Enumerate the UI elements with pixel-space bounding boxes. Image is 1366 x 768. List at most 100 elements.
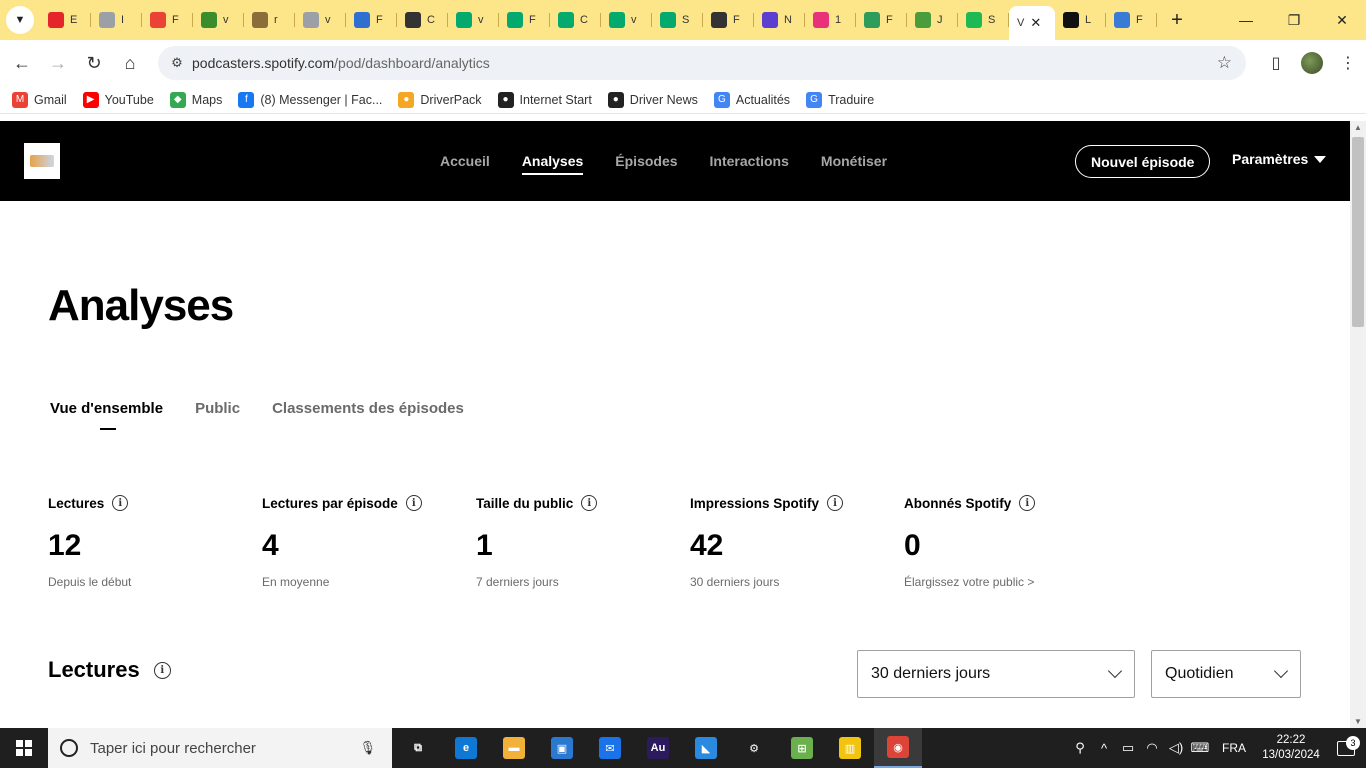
side-panel-button[interactable]: ▯ — [1258, 53, 1294, 73]
bookmark-item[interactable]: ● Driver News — [607, 91, 698, 108]
wifi-icon[interactable]: ◠ — [1140, 740, 1164, 756]
subtab[interactable]: Vue d'ensemble — [50, 400, 163, 430]
bookmark-item[interactable]: f (8) Messenger | Fac... — [238, 91, 382, 108]
browser-tab[interactable]: v — [193, 4, 244, 36]
info-icon[interactable]: i — [153, 661, 171, 679]
browser-tab[interactable]: C — [550, 4, 601, 36]
language-indicator[interactable]: FRA — [1222, 741, 1246, 755]
tab-search-button[interactable]: ▼ — [6, 6, 34, 34]
keyboard-icon[interactable]: ⌨ — [1188, 740, 1212, 756]
taskbar-app-button[interactable]: ▣ — [538, 728, 586, 768]
taskbar-app-button[interactable]: Au — [634, 728, 682, 768]
browser-tab[interactable]: F — [703, 4, 754, 36]
scrollbar-thumb[interactable] — [1352, 137, 1364, 327]
info-icon[interactable]: i — [1019, 495, 1036, 511]
date-range-select[interactable]: 30 derniers jours — [857, 650, 1135, 698]
browser-tab[interactable]: v — [601, 4, 652, 36]
info-icon[interactable]: i — [581, 495, 598, 511]
browser-tab[interactable]: E — [40, 4, 91, 36]
taskbar-app-button[interactable]: ▥ — [826, 728, 874, 768]
browser-tab[interactable]: F — [499, 4, 550, 36]
restore-button[interactable]: ❐ — [1270, 0, 1318, 40]
reload-button[interactable]: ↻ — [76, 45, 112, 81]
page-scrollbar[interactable]: ▲ ▼ — [1350, 121, 1366, 728]
subtab[interactable]: Classements des épisodes — [272, 400, 464, 417]
settings-label: Paramètres — [1232, 151, 1309, 167]
notification-center-button[interactable]: 3 — [1326, 735, 1366, 756]
browser-tab[interactable]: L — [1055, 4, 1106, 36]
bookmark-item[interactable]: ◆ Maps — [169, 91, 222, 108]
bookmark-item[interactable]: ● DriverPack — [398, 91, 482, 108]
taskbar-app-button[interactable]: ▬ — [490, 728, 538, 768]
browser-tab-active[interactable]: V ✕ — [1009, 6, 1055, 40]
nav-item[interactable]: Analyses — [521, 147, 584, 175]
forward-button[interactable]: → — [40, 45, 76, 81]
bookmark-item[interactable]: G Actualités — [713, 91, 790, 108]
subtab[interactable]: Public — [195, 400, 240, 417]
battery-icon[interactable]: ▭ — [1116, 740, 1140, 756]
nav-item[interactable]: Monétiser — [821, 147, 887, 175]
browser-tab[interactable]: 1 — [805, 4, 856, 36]
profile-avatar[interactable] — [1301, 52, 1323, 74]
chevron-up-icon[interactable]: ^ — [1092, 741, 1116, 756]
scroll-up-icon[interactable]: ▲ — [1354, 123, 1362, 132]
podcast-logo[interactable] — [24, 143, 60, 179]
volume-icon[interactable]: ◁) — [1164, 740, 1188, 756]
nav-item[interactable]: Accueil — [440, 147, 490, 175]
tab-title: C — [580, 14, 588, 26]
nav-item[interactable]: Épisodes — [615, 147, 677, 175]
browser-tab[interactable]: C — [397, 4, 448, 36]
bookmark-favicon-icon: ◆ — [169, 91, 186, 108]
info-icon[interactable]: i — [112, 495, 129, 511]
taskbar-app-button[interactable]: ◣ — [682, 728, 730, 768]
taskbar-app-button[interactable]: ◉ — [874, 728, 922, 768]
url-text[interactable]: podcasters.spotify.com/pod/dashboard/ana… — [192, 55, 490, 71]
bookmark-item[interactable]: G Traduire — [806, 91, 874, 108]
scroll-down-icon[interactable]: ▼ — [1354, 717, 1362, 726]
browser-menu-button[interactable]: ⋮ — [1330, 53, 1366, 73]
clock[interactable]: 22:22 13/03/2024 — [1256, 733, 1326, 763]
taskbar-search[interactable]: Taper ici pour rechercher 🎙 — [48, 728, 392, 768]
browser-tab[interactable]: F — [346, 4, 397, 36]
frequency-select[interactable]: Quotidien — [1151, 650, 1301, 698]
new-episode-button[interactable]: Nouvel épisode — [1075, 145, 1211, 178]
site-settings-icon[interactable]: ⚙ — [162, 55, 192, 71]
browser-tab[interactable]: N — [754, 4, 805, 36]
browser-tab[interactable]: F — [856, 4, 907, 36]
microphone-icon[interactable]: 🎙 — [359, 740, 376, 756]
people-icon[interactable]: ⚲ — [1068, 740, 1092, 756]
taskbar-app-button[interactable]: ⧉ — [394, 728, 442, 768]
browser-tab[interactable]: S — [958, 4, 1009, 36]
tab-title: N — [784, 14, 792, 26]
stat-subtext[interactable]: Élargissez votre public > — [904, 575, 1118, 589]
bookmark-star-icon[interactable]: ☆ — [1217, 53, 1232, 73]
info-icon[interactable]: i — [827, 495, 844, 511]
close-tab-icon[interactable]: ✕ — [1030, 15, 1041, 31]
bookmark-item[interactable]: ● Internet Start — [497, 91, 592, 108]
taskbar-app-button[interactable]: ⚙ — [730, 728, 778, 768]
arrow-left-icon: ← — [13, 52, 31, 73]
info-icon[interactable]: i — [405, 495, 422, 511]
bookmark-item[interactable]: M Gmail — [12, 91, 67, 108]
browser-tab[interactable]: S — [652, 4, 703, 36]
browser-tab[interactable]: v — [448, 4, 499, 36]
back-button[interactable]: ← — [4, 45, 40, 81]
nav-item[interactable]: Interactions — [710, 147, 789, 175]
browser-tab[interactable]: v — [295, 4, 346, 36]
settings-menu[interactable]: Paramètres — [1232, 151, 1327, 167]
browser-tab[interactable]: F — [1106, 4, 1157, 36]
minimize-button[interactable]: — — [1222, 0, 1270, 40]
browser-tab[interactable]: I — [91, 4, 142, 36]
home-button[interactable]: ⌂ — [112, 45, 148, 81]
address-bar[interactable]: ⚙ podcasters.spotify.com/pod/dashboard/a… — [158, 46, 1246, 80]
new-tab-button[interactable]: + — [1163, 6, 1191, 34]
taskbar-app-button[interactable]: ✉ — [586, 728, 634, 768]
bookmark-item[interactable]: ▶ YouTube — [82, 91, 154, 108]
browser-tab[interactable]: F — [142, 4, 193, 36]
browser-tab[interactable]: r — [244, 4, 295, 36]
close-window-button[interactable]: ✕ — [1318, 0, 1366, 40]
taskbar-app-button[interactable]: ⊞ — [778, 728, 826, 768]
start-button[interactable] — [0, 728, 48, 768]
browser-tab[interactable]: J — [907, 4, 958, 36]
taskbar-app-button[interactable]: e — [442, 728, 490, 768]
